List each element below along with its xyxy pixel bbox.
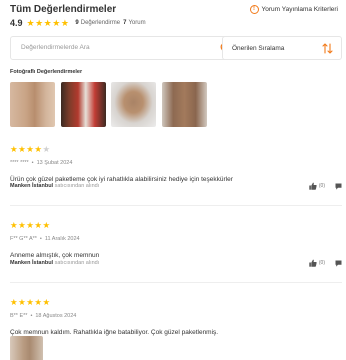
star-icon: ★ (42, 220, 51, 230)
review-comment: Anneme almıştık, çok memnun (10, 252, 100, 259)
review-stars: ★ ★ ★ ★ ★ (10, 221, 51, 230)
review-divider (10, 282, 342, 283)
sort-dropdown[interactable]: Önerilen Sıralama (222, 36, 342, 60)
photo-reviews-title: Fotoğraflı Değerlendirmeler (10, 69, 83, 75)
review-criteria-label: Yorum Yayınlama Kriterleri (261, 6, 338, 13)
review-photo-thumbnail[interactable] (10, 82, 55, 127)
star-icon: ★ (10, 297, 18, 307)
star-icon: ★ (42, 297, 51, 307)
review-actions: (0) (309, 259, 342, 267)
average-rating: 4.9 (10, 18, 23, 28)
star-icon: ★ (42, 144, 51, 154)
star-icon: ★ (34, 144, 42, 154)
review-comment: Çok memnun kaldım. Rahatlıkla iğne batab… (10, 329, 219, 336)
reviews-header: Tüm Değerlendirmeler ! Yorum Yayınlama K… (10, 4, 340, 34)
star-icon: ★ (10, 220, 18, 230)
review-author: B** E** (10, 313, 28, 319)
star-icon: ★ (43, 17, 52, 28)
review-criteria-link[interactable]: ! Yorum Yayınlama Kriterleri (249, 5, 338, 14)
review-count: 7 (123, 20, 127, 26)
review-author: F** G** A** (10, 236, 37, 242)
review-seller: Manken İstanbul satıcısından alındı (10, 260, 99, 266)
review-search-box (10, 36, 240, 60)
sort-label: Önerilen Sıralama (232, 45, 285, 52)
review-date: 18 Ağustos 2024 (35, 313, 77, 319)
review-seller: Manken İstanbul satıcısından alındı (10, 183, 99, 189)
review-comment: Ürün çok güzel paketleme çok iyi rahatlı… (10, 176, 233, 183)
report-flag-icon[interactable] (335, 183, 342, 190)
star-icon: ★ (26, 220, 34, 230)
review-item: ★ ★ ★ ★ ★ **** **** • 13 Şubat 2024 Ürün ç… (10, 139, 342, 190)
review-meta: B** E** • 18 Ağustos 2024 (10, 313, 77, 319)
star-icon: ★ (26, 144, 34, 154)
seller-link[interactable]: Manken İstanbul (10, 260, 53, 266)
review-photo-thumbnail[interactable] (60, 82, 106, 127)
star-icon: ★ (34, 220, 42, 230)
review-photo-thumbnail[interactable] (111, 82, 156, 127)
review-meta: F** G** A** • 11 Aralık 2024 (10, 236, 80, 242)
star-icon: ★ (26, 17, 35, 28)
photo-reviews-gallery (10, 82, 212, 127)
review-date: 11 Aralık 2024 (44, 236, 80, 242)
average-stars: ★ ★ ★ ★ ★ (26, 17, 70, 28)
review-item: ★ ★ ★ ★ ★ F** G** A** • 11 Aralık 2024 Ann… (10, 215, 342, 267)
rating-count-label: Değerlendirme (80, 20, 121, 26)
info-icon: ! (249, 5, 259, 14)
star-icon: ★ (18, 220, 26, 230)
page-title: Tüm Değerlendirmeler (10, 4, 117, 15)
review-photo-thumbnail[interactable] (161, 82, 207, 127)
star-icon: ★ (60, 17, 69, 28)
seller-link[interactable]: Manken İstanbul (10, 183, 53, 189)
thumbs-up-icon[interactable] (309, 259, 317, 267)
report-flag-icon[interactable] (335, 260, 342, 267)
review-meta: **** **** • 13 Şubat 2024 (10, 160, 73, 166)
star-icon: ★ (35, 17, 44, 28)
review-item: ★ ★ ★ ★ ★ B** E** • 18 Ağustos 2024 Çok me… (10, 292, 342, 337)
review-stars: ★ ★ ★ ★ ★ (10, 298, 51, 307)
rating-summary: 4.9 ★ ★ ★ ★ ★ 9 Değerlendirme 7 Yorum (10, 18, 146, 28)
review-stars: ★ ★ ★ ★ ★ (10, 145, 51, 154)
star-icon: ★ (18, 297, 26, 307)
star-icon: ★ (10, 144, 18, 154)
star-icon: ★ (26, 297, 34, 307)
review-count-label: Yorum (128, 20, 146, 26)
like-count: (0) (318, 183, 325, 189)
thumbs-up-icon[interactable] (309, 182, 317, 190)
review-author: **** **** (10, 160, 29, 166)
review-date: 13 Şubat 2024 (36, 160, 73, 166)
star-icon: ★ (52, 17, 61, 28)
rating-count: 9 (75, 20, 79, 26)
like-count: (0) (318, 260, 325, 266)
review-divider (10, 205, 342, 206)
review-actions: (0) (309, 182, 342, 190)
star-icon: ★ (18, 144, 26, 154)
seller-suffix: satıcısından alındı (54, 260, 100, 266)
sort-arrows-icon (322, 43, 333, 54)
review-search-input[interactable] (21, 44, 211, 51)
star-icon: ★ (34, 297, 42, 307)
review-photo-thumbnail[interactable] (10, 336, 43, 360)
seller-suffix: satıcısından alındı (54, 183, 100, 189)
